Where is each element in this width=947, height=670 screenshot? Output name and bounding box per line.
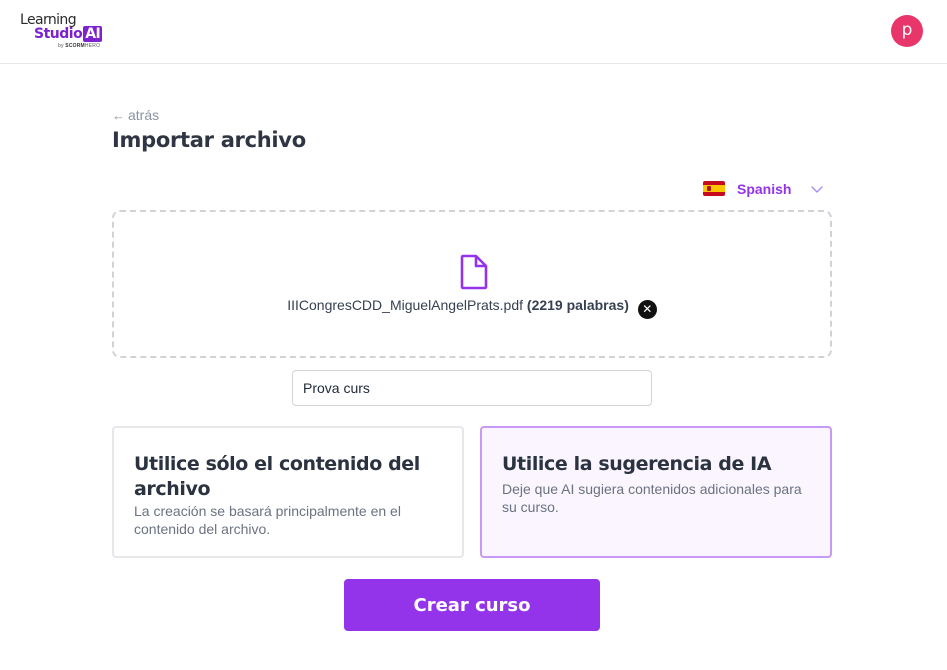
logo-studio-text: Studio (34, 26, 83, 42)
uploaded-file-info: IIICongresCDD_MiguelAngelPrats.pdf (2219… (114, 296, 830, 319)
learning-studio-ai-logo[interactable]: Learning Studio AI by SCORMHERO (20, 12, 110, 52)
back-link-label: atrás (128, 107, 160, 123)
course-name-input[interactable] (292, 370, 652, 406)
option-title: Utilice sólo el contenido del archivo (134, 453, 420, 500)
option-ai-suggestion[interactable]: Utilice la sugerencia de IA Deje que AI … (480, 426, 832, 558)
word-count: (2219 palabras) (526, 297, 629, 313)
file-dropzone[interactable]: IIICongresCDD_MiguelAngelPrats.pdf (2219… (112, 210, 832, 358)
logo-ai-badge: AI (83, 26, 103, 42)
language-selector[interactable]: Spanish (703, 178, 828, 200)
option-description: La creación se basará principalmente en … (134, 503, 401, 537)
option-title: Utilice la sugerencia de IA (502, 453, 772, 475)
user-avatar[interactable]: p (891, 15, 923, 47)
chevron-down-icon (811, 186, 823, 193)
spain-flag-icon (703, 181, 725, 196)
logo-by-text: by (58, 43, 64, 49)
arrow-left-icon: ← (112, 108, 125, 123)
option-description: Deje que AI sugiera contenidos adicional… (502, 481, 802, 515)
logo-brand-text: SCORM (65, 43, 85, 49)
logo-line-2: Studio AI (34, 26, 103, 42)
create-course-button[interactable]: Crear curso (344, 579, 600, 631)
document-icon (460, 254, 488, 290)
logo-byline: by SCORMHERO (58, 43, 100, 49)
file-name: IIICongresCDD_MiguelAngelPrats.pdf (287, 297, 524, 313)
top-bar: Learning Studio AI by SCORMHERO p (0, 0, 947, 64)
remove-file-button[interactable]: ✕ (637, 300, 657, 319)
logo-brand-suffix: HERO (84, 43, 101, 49)
option-file-content-only[interactable]: Utilice sólo el contenido del archivo La… (112, 426, 464, 558)
back-link[interactable]: ← atrás (112, 106, 159, 124)
language-label: Spanish (737, 181, 792, 197)
page-title: Importar archivo (112, 128, 306, 152)
